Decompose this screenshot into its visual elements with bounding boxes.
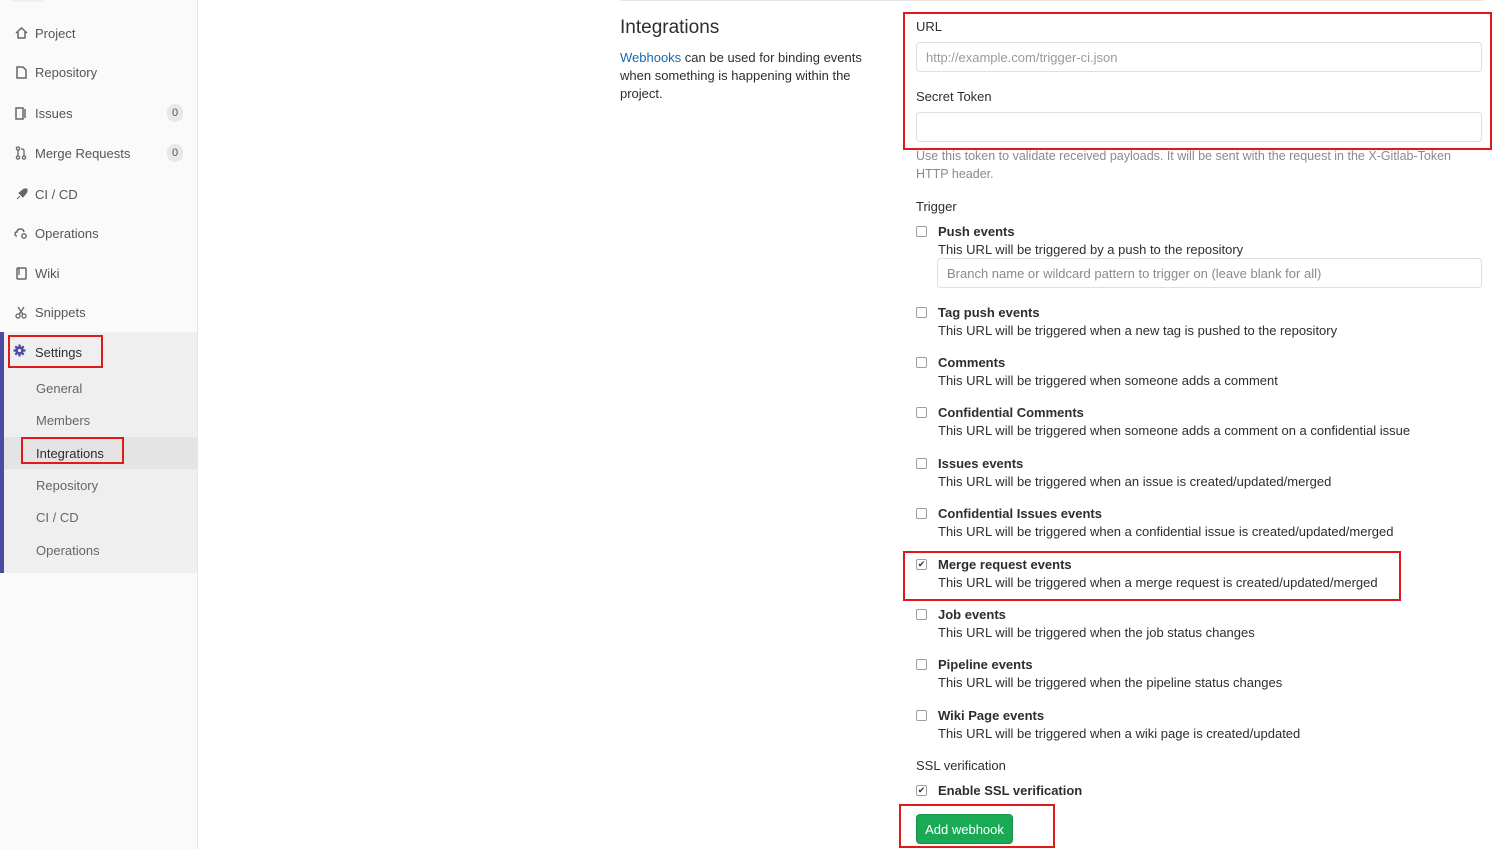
tag-push-events-checkbox[interactable] xyxy=(916,307,927,318)
pipeline-events-checkbox[interactable] xyxy=(916,659,927,670)
secret-token-hint: Use this token to validate received payl… xyxy=(916,149,1452,181)
issues-count-badge: 0 xyxy=(167,104,183,122)
comments-checkbox[interactable] xyxy=(916,357,927,368)
sidebar-item-project[interactable]: Project xyxy=(0,18,197,48)
rocket-icon xyxy=(13,186,29,202)
merge-requests-count-badge: 0 xyxy=(167,144,183,162)
trigger-description: This URL will be triggered when a confid… xyxy=(938,524,1394,539)
trigger-description: This URL will be triggered when a merge … xyxy=(938,575,1378,590)
merge-request-events-checkbox[interactable]: ✔ xyxy=(916,559,927,570)
merge-request-icon xyxy=(13,145,29,161)
sidebar-subitem-integrations[interactable]: Integrations xyxy=(4,437,197,469)
sidebar-item-ci-cd[interactable]: CI / CD xyxy=(0,179,197,209)
scissors-icon xyxy=(13,304,29,320)
page-title: Integrations xyxy=(620,17,720,38)
sidebar-item-wiki[interactable]: Wiki xyxy=(0,258,197,288)
sidebar-top-stub xyxy=(10,0,44,2)
trigger-title: Push events xyxy=(938,224,1015,239)
ssl-option-title: Enable SSL verification xyxy=(938,783,1083,798)
sidebar-subitem-label: CI / CD xyxy=(36,509,79,525)
push-events-checkbox[interactable] xyxy=(916,226,927,237)
sidebar-subitem-label: Repository xyxy=(36,477,99,493)
sidebar-item-operations[interactable]: Operations xyxy=(0,218,197,248)
trigger-title: Confidential Issues events xyxy=(938,506,1102,521)
webhooks-link[interactable]: Webhooks xyxy=(620,50,681,65)
trigger-title: Merge request events xyxy=(938,557,1072,572)
section-divider xyxy=(620,0,1483,1)
trigger-description: This URL will be triggered when a new ta… xyxy=(938,323,1338,338)
ssl-verification-label: SSL verification xyxy=(916,758,1006,773)
trigger-description: This URL will be triggered by a push to … xyxy=(938,242,1244,257)
sidebar-subitem-label: General xyxy=(36,380,83,396)
sidebar-item-snippets[interactable]: Snippets xyxy=(0,297,197,327)
trigger-title: Tag push events xyxy=(938,305,1040,320)
sidebar-item-settings[interactable]: Settings xyxy=(0,337,197,367)
secret-token-input[interactable] xyxy=(916,112,1482,142)
trigger-title: Pipeline events xyxy=(938,657,1033,672)
enable-ssl-checkbox[interactable]: ✔ xyxy=(916,785,927,796)
sidebar-item-repository[interactable]: Repository xyxy=(0,57,197,87)
checkmark-icon: ✔ xyxy=(917,785,926,795)
job-events-checkbox[interactable] xyxy=(916,609,927,620)
wiki-page-events-checkbox[interactable] xyxy=(916,710,927,721)
url-label: URL xyxy=(916,19,943,34)
document-icon xyxy=(13,64,29,80)
sidebar-subitem-operations[interactable]: Operations xyxy=(4,534,197,566)
sidebar-subitem-label: Members xyxy=(36,412,91,428)
section-description: Webhooks can be used for binding events … xyxy=(620,49,895,103)
sidebar-item-label: Merge Requests xyxy=(35,145,131,161)
trigger-title: Comments xyxy=(938,355,1006,370)
url-input[interactable] xyxy=(916,42,1482,72)
sidebar-item-label: Snippets xyxy=(35,304,86,320)
add-webhook-button[interactable]: Add webhook xyxy=(916,814,1013,844)
trigger-title: Job events xyxy=(938,607,1006,622)
sidebar-item-merge-requests[interactable]: Merge Requests 0 xyxy=(0,138,197,168)
confidential-issues-events-checkbox[interactable] xyxy=(916,508,927,519)
sidebar-item-label: CI / CD xyxy=(35,186,78,202)
checkmark-icon: ✔ xyxy=(917,559,926,569)
trigger-description: This URL will be triggered when someone … xyxy=(938,373,1278,388)
trigger-label: Trigger xyxy=(916,199,957,214)
sidebar: Project Repository Issues 0 Merge Reques… xyxy=(0,0,198,849)
sidebar-item-label: Repository xyxy=(35,64,98,80)
home-icon xyxy=(13,25,29,41)
trigger-description: This URL will be triggered when the job … xyxy=(938,625,1255,640)
sidebar-subitem-general[interactable]: General xyxy=(4,372,197,404)
issues-events-checkbox[interactable] xyxy=(916,458,927,469)
gear-icon xyxy=(13,344,26,360)
trigger-description: This URL will be triggered when an issue… xyxy=(938,474,1332,489)
issues-icon xyxy=(13,105,29,121)
sidebar-subitem-ci-cd[interactable]: CI / CD xyxy=(4,501,197,533)
trigger-description: This URL will be triggered when the pipe… xyxy=(938,675,1283,690)
secret-token-label: Secret Token xyxy=(916,89,992,104)
trigger-description: This URL will be triggered when a wiki p… xyxy=(938,726,1301,741)
sidebar-subitem-members[interactable]: Members xyxy=(4,404,197,436)
sidebar-subitem-label: Integrations xyxy=(36,445,104,461)
sidebar-item-label: Issues xyxy=(35,105,73,121)
confidential-comments-checkbox[interactable] xyxy=(916,407,927,418)
sidebar-subitem-label: Operations xyxy=(36,542,100,558)
cloud-gear-icon xyxy=(13,225,29,241)
sidebar-subitem-repository[interactable]: Repository xyxy=(4,469,197,501)
sidebar-item-label: Project xyxy=(35,25,76,41)
trigger-title: Issues events xyxy=(938,456,1024,471)
trigger-description: This URL will be triggered when someone … xyxy=(938,423,1411,438)
trigger-title: Confidential Comments xyxy=(938,405,1084,420)
book-icon xyxy=(13,265,29,281)
sidebar-item-label: Settings xyxy=(35,344,82,360)
trigger-title: Wiki Page events xyxy=(938,708,1045,723)
sidebar-item-label: Wiki xyxy=(35,265,60,281)
sidebar-item-label: Operations xyxy=(35,225,99,241)
sidebar-item-issues[interactable]: Issues 0 xyxy=(0,98,197,128)
push-branch-filter-input[interactable] xyxy=(937,258,1482,288)
